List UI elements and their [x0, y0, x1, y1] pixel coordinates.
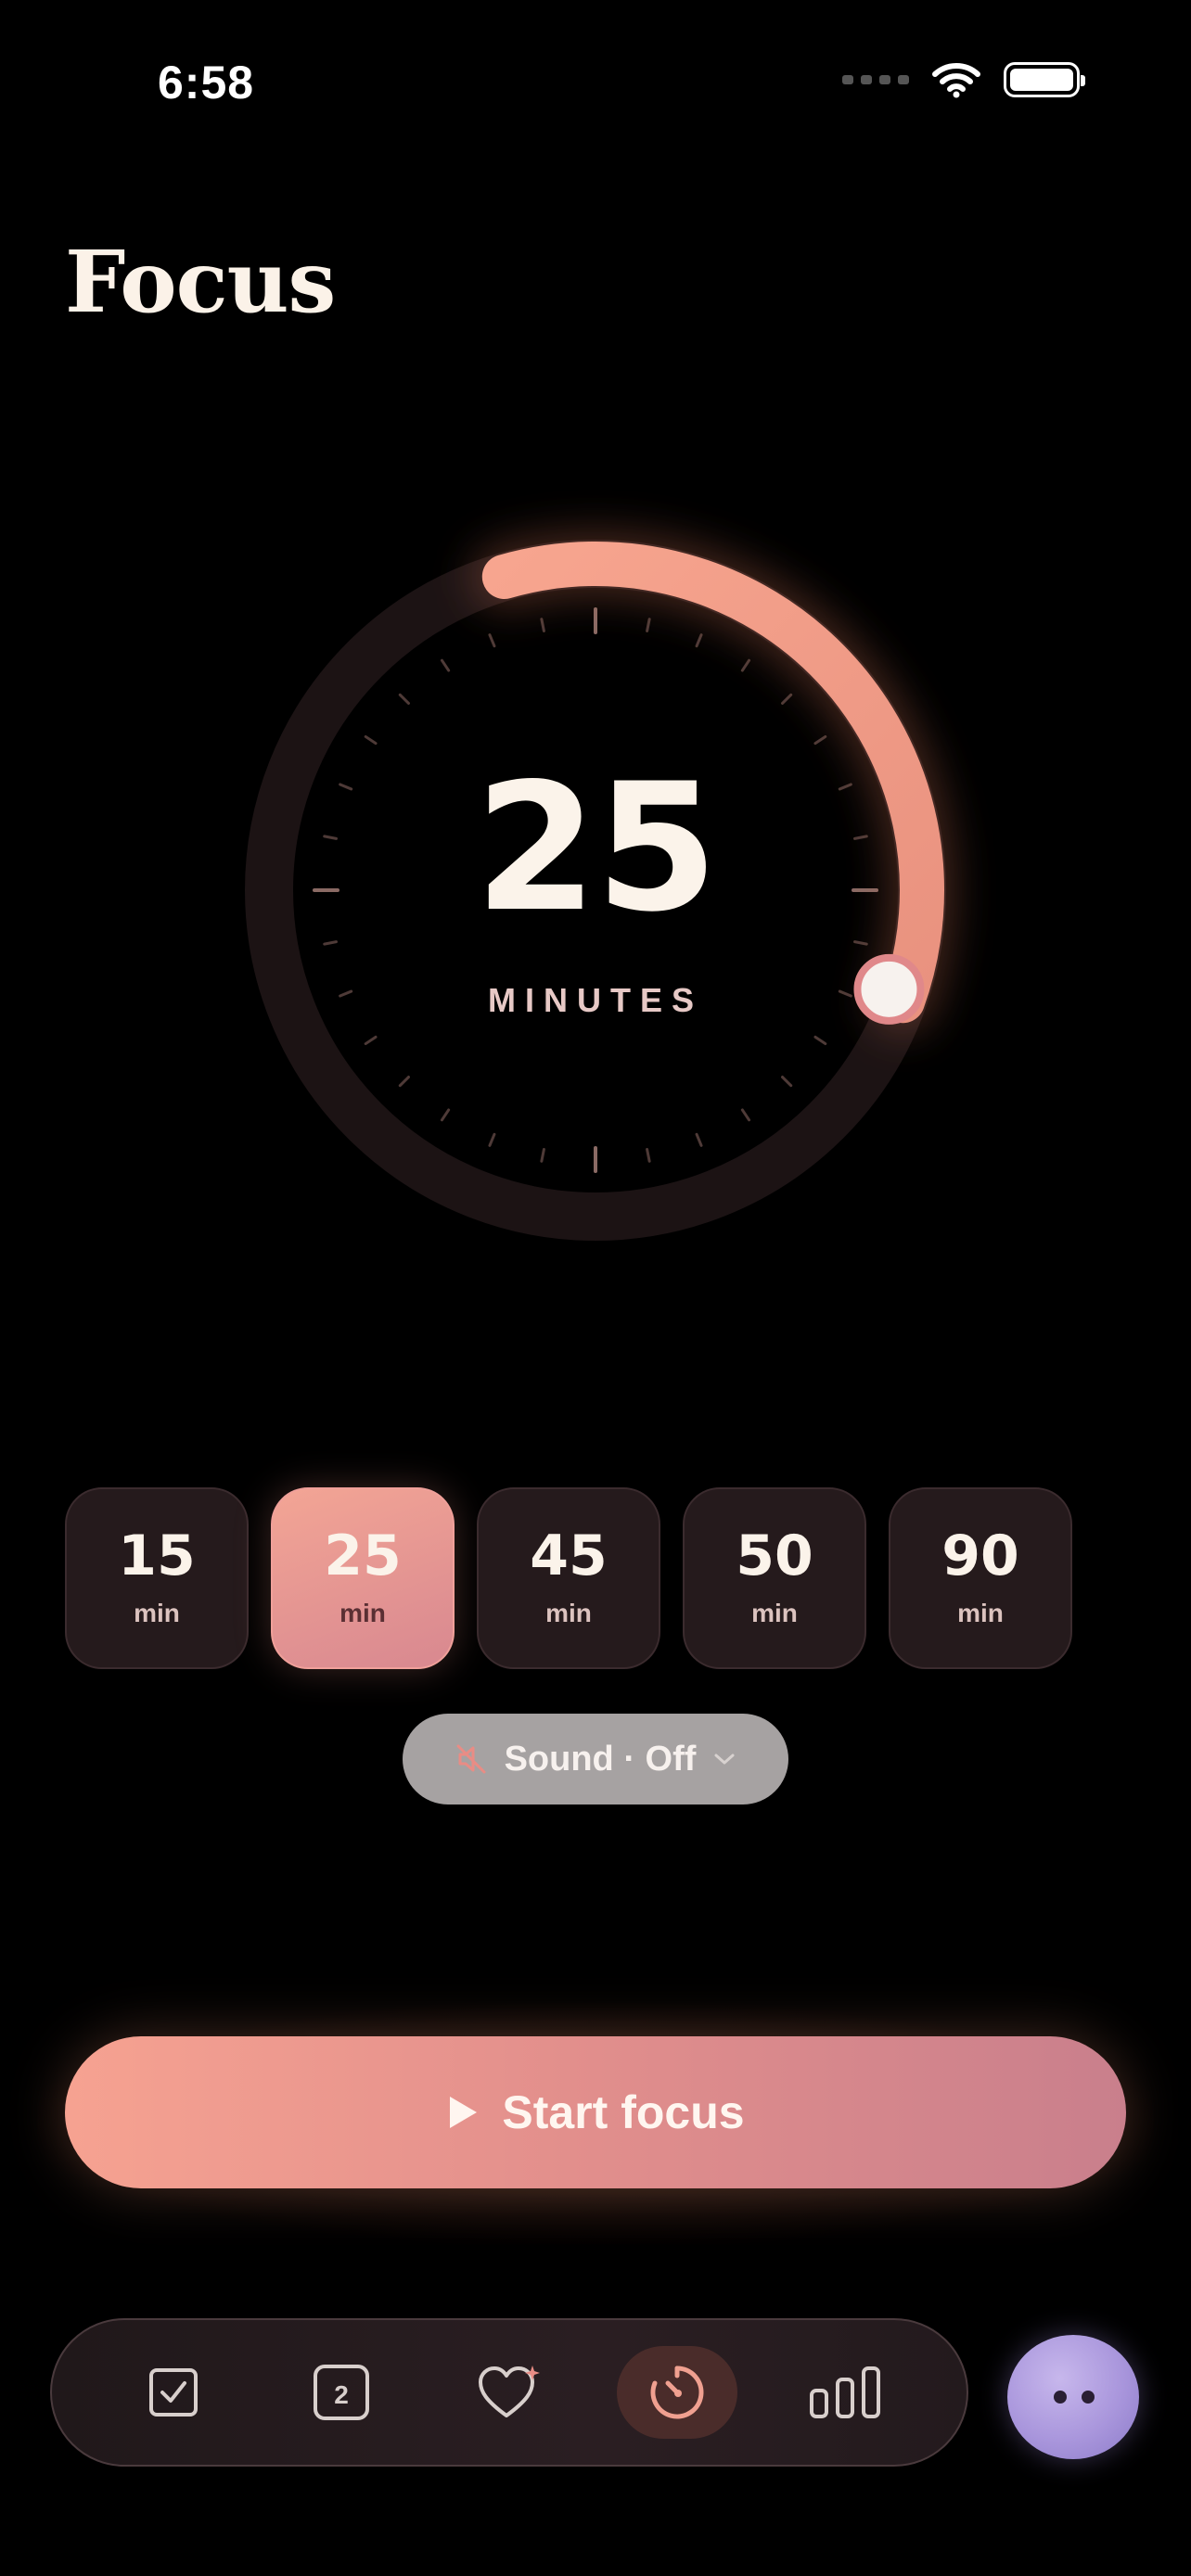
bar-chart-icon	[810, 2366, 881, 2418]
heart-sparkle-icon	[478, 2366, 540, 2417]
dial-tick	[646, 1148, 651, 1163]
chip-value: 90	[941, 1524, 1019, 1588]
chip-value: 15	[118, 1524, 196, 1588]
chevron-down-icon	[714, 1753, 735, 1765]
dial-tick	[695, 1132, 703, 1147]
duration-chip-50[interactable]: 50 min	[683, 1487, 866, 1669]
dial-tick	[440, 1108, 451, 1122]
wifi-icon	[932, 63, 980, 98]
dial-tick	[364, 1035, 378, 1046]
cellular-signal-icon	[842, 75, 909, 84]
start-focus-label: Start focus	[502, 2086, 745, 2138]
chip-value: 50	[736, 1524, 813, 1588]
avatar-eye	[1054, 2391, 1067, 2404]
chip-unit: min	[134, 1599, 180, 1627]
tab-stats[interactable]	[785, 2346, 905, 2439]
focus-dial[interactable]: 25 MINUTES	[243, 531, 954, 1243]
chip-unit: min	[751, 1599, 798, 1627]
timer-icon	[650, 2366, 704, 2419]
status-time: 6:58	[158, 57, 255, 108]
play-icon	[450, 2097, 478, 2128]
dial-tick	[540, 618, 545, 632]
avatar-eye	[1082, 2391, 1095, 2404]
chip-unit: min	[545, 1599, 592, 1627]
dial-tick	[364, 734, 378, 746]
sound-toggle-button[interactable]: Sound · Off	[403, 1714, 788, 1804]
speaker-muted-icon	[456, 1744, 486, 1774]
dial-tick	[540, 1148, 545, 1163]
duration-chip-90[interactable]: 90 min	[889, 1487, 1072, 1669]
dial-tick	[740, 1108, 751, 1122]
duration-chip-25[interactable]: 25 min	[271, 1487, 455, 1669]
dial-value: 25	[474, 746, 718, 950]
duration-options: 15 min 25 min 45 min 50 min 90 min	[65, 1487, 1072, 1669]
tab-focus-timer[interactable]	[617, 2346, 738, 2439]
duration-chip-45[interactable]: 45 min	[477, 1487, 660, 1669]
tab-tasks[interactable]	[113, 2346, 234, 2439]
dial-tick	[740, 658, 751, 672]
companion-avatar-button[interactable]	[1007, 2335, 1139, 2459]
dial-unit: MINUTES	[488, 981, 703, 1019]
dial-tick	[488, 1132, 496, 1147]
sound-label: Sound · Off	[504, 1739, 697, 1779]
calendar-day-number: 2	[334, 2380, 349, 2409]
status-icons	[842, 61, 1085, 98]
dial-tick	[781, 1076, 793, 1088]
battery-icon	[1004, 62, 1085, 97]
dial-tick	[646, 618, 651, 632]
dial-tick	[398, 1076, 410, 1088]
tab-bar: 2	[50, 2318, 968, 2467]
chip-value: 25	[324, 1524, 402, 1588]
tab-calendar[interactable]: 2	[281, 2346, 402, 2439]
checkbox-icon	[148, 2368, 198, 2417]
dial-tick	[813, 734, 827, 746]
dial-tick	[398, 693, 410, 705]
duration-chip-15[interactable]: 15 min	[65, 1487, 249, 1669]
chip-value: 45	[530, 1524, 608, 1588]
dial-tick	[440, 658, 451, 672]
tab-favorites[interactable]	[449, 2346, 570, 2439]
dial-tick	[323, 940, 338, 946]
dial-tick	[853, 940, 868, 946]
chip-unit: min	[339, 1599, 386, 1627]
calendar-day-icon: 2	[313, 2365, 369, 2420]
start-focus-button[interactable]: Start focus	[65, 2036, 1126, 2188]
dial-tick	[781, 693, 793, 705]
chip-unit: min	[957, 1599, 1004, 1627]
dial-tick	[813, 1035, 827, 1046]
dial-tick	[488, 633, 496, 648]
dial-tick	[695, 633, 703, 648]
page-title: Focus	[65, 232, 336, 332]
